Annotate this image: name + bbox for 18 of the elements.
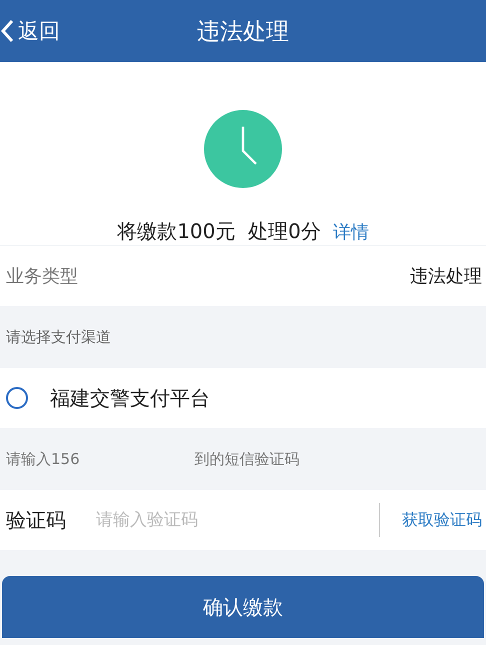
sms-hint: 到的短信验证码 (194, 450, 300, 468)
chevron-left-icon (0, 19, 14, 43)
clock-icon (201, 110, 285, 188)
page-title: 违法处理 (197, 18, 289, 46)
radio-button[interactable] (6, 387, 28, 409)
payment-channel-row[interactable]: 福建交警支付平台 (0, 368, 486, 428)
get-code-button[interactable]: 获取验证码 (402, 510, 482, 530)
business-type-label: 业务类型 (6, 265, 78, 288)
sms-hint: 请输入156 (6, 450, 80, 468)
payment-summary: 将缴款100元 处理0分 (117, 218, 321, 245)
business-type-value: 违法处理 (410, 265, 482, 288)
confirm-payment-button[interactable]: 确认缴款 (2, 576, 484, 638)
code-input-field[interactable]: 请输入验证码 (94, 509, 379, 531)
code-label: 验证码 (6, 506, 67, 534)
details-link[interactable]: 详情 (332, 220, 369, 244)
back-button[interactable]: 返回 (0, 16, 66, 46)
channel-name: 福建交警支付平台 (50, 384, 210, 412)
section-heading: 请选择支付渠道 (5, 326, 112, 348)
